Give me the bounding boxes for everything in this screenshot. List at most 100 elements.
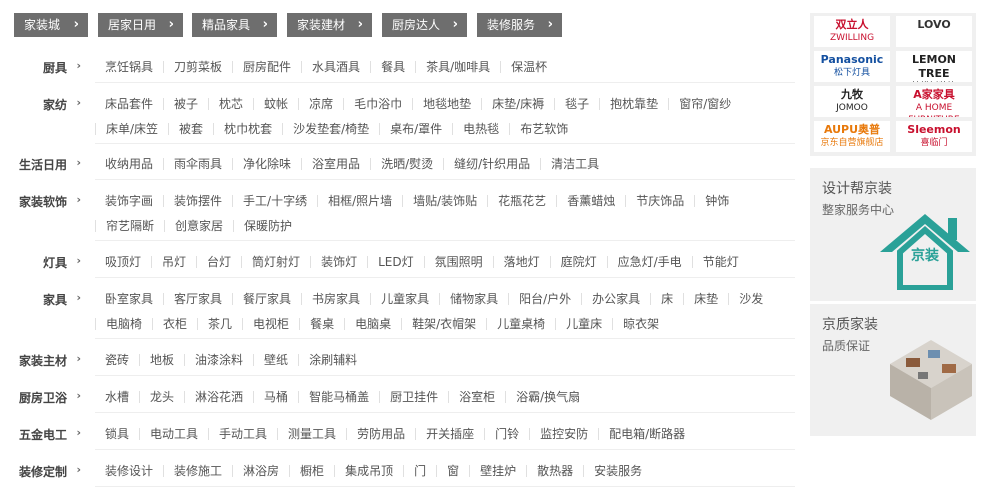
brand-logo[interactable]: LEMON TREE柠檬树装饰	[896, 51, 972, 82]
subcategory-link[interactable]: 茶具/咖啡具	[415, 61, 500, 73]
category-title[interactable]: 生活日用 ›	[0, 156, 81, 173]
subcategory-link[interactable]: 应急灯/手电	[606, 256, 692, 268]
subcategory-link[interactable]: 书房家具	[301, 293, 370, 305]
subcategory-link[interactable]: 卧室家具	[95, 293, 163, 305]
subcategory-link[interactable]: 氛围照明	[423, 256, 493, 268]
subcategory-link[interactable]: 筒灯射灯	[241, 256, 310, 268]
subcategory-link[interactable]: 床品套件	[95, 98, 163, 110]
subcategory-link[interactable]: 手动工具	[208, 428, 277, 440]
brand-logo[interactable]: Panasonic 松下灯具	[814, 51, 890, 82]
subcategory-link[interactable]: 浴室柜	[448, 391, 505, 403]
subcategory-link[interactable]: 窗帘/窗纱	[668, 98, 741, 110]
subcategory-link[interactable]: 床垫/床褥	[481, 98, 554, 110]
channel-tag[interactable]: 厨房达人 ›	[382, 13, 467, 37]
category-title[interactable]: 灯具 ›	[0, 254, 81, 271]
subcategory-link[interactable]: 创意家居	[164, 220, 233, 232]
brand-logo[interactable]: 双立人 ZWILLING	[814, 16, 890, 47]
subcategory-link[interactable]: 淋浴花洒	[184, 391, 253, 403]
subcategory-link[interactable]: 龙头	[139, 391, 184, 403]
subcategory-link[interactable]: 床	[650, 293, 683, 305]
subcategory-link[interactable]: 壁挂炉	[469, 465, 526, 477]
subcategory-link[interactable]: 橱柜	[289, 465, 334, 477]
subcategory-link[interactable]: 缝纫/针织用品	[443, 158, 540, 170]
subcategory-link[interactable]: 儿童床	[555, 318, 612, 330]
subcategory-link[interactable]: 集成吊顶	[334, 465, 403, 477]
subcategory-link[interactable]: 帘艺隔断	[95, 220, 164, 232]
subcategory-link[interactable]: 阳台/户外	[508, 293, 581, 305]
subcategory-link[interactable]: 相框/照片墙	[317, 195, 402, 207]
subcategory-link[interactable]: 安装服务	[583, 465, 652, 477]
brand-logo[interactable]: LOVO	[896, 16, 972, 47]
subcategory-link[interactable]: 配电箱/断路器	[598, 428, 695, 440]
subcategory-link[interactable]: 儿童家具	[370, 293, 439, 305]
brand-logo[interactable]: 九牧 JOMOO	[814, 86, 890, 117]
subcategory-link[interactable]: 油漆涂料	[184, 354, 253, 366]
subcategory-link[interactable]: 水槽	[95, 391, 139, 403]
subcategory-link[interactable]: 手工/十字绣	[232, 195, 317, 207]
subcategory-link[interactable]: 儿童桌椅	[486, 318, 555, 330]
subcategory-link[interactable]: 开关插座	[415, 428, 484, 440]
subcategory-link[interactable]: 床单/床笠	[95, 123, 168, 135]
subcategory-link[interactable]: 浴室用品	[301, 158, 370, 170]
subcategory-link[interactable]: 台灯	[196, 256, 241, 268]
channel-tag[interactable]: 家装建材 ›	[287, 13, 372, 37]
brand-logo[interactable]: A家家具 A HOME FURNITURE	[896, 86, 972, 117]
subcategory-link[interactable]: 电脑桌	[344, 318, 401, 330]
subcategory-link[interactable]: 收纳用品	[95, 158, 163, 170]
subcategory-link[interactable]: 洗晒/熨烫	[370, 158, 443, 170]
subcategory-link[interactable]: 保暖防护	[233, 220, 302, 232]
category-title[interactable]: 家具 ›	[0, 291, 81, 308]
subcategory-link[interactable]: 烹饪锅具	[95, 61, 163, 73]
subcategory-link[interactable]: 客厅家具	[163, 293, 232, 305]
subcategory-link[interactable]: 浴霸/换气扇	[505, 391, 590, 403]
subcategory-link[interactable]: 香薰蜡烛	[556, 195, 625, 207]
subcategory-link[interactable]: 被子	[163, 98, 208, 110]
subcategory-link[interactable]: 庭院灯	[549, 256, 607, 268]
subcategory-link[interactable]: 沙发垫套/椅垫	[282, 123, 379, 135]
subcategory-link[interactable]: 地毯地垫	[412, 98, 481, 110]
subcategory-link[interactable]: 马桶	[253, 391, 298, 403]
subcategory-link[interactable]: 枕巾枕套	[213, 123, 282, 135]
subcategory-link[interactable]: 衣柜	[152, 318, 197, 330]
quality-promo[interactable]: 京质家装 品质保证	[810, 304, 976, 436]
subcategory-link[interactable]: 节能灯	[691, 256, 749, 268]
subcategory-link[interactable]: 地板	[139, 354, 184, 366]
subcategory-link[interactable]: 吊灯	[151, 256, 196, 268]
subcategory-link[interactable]: 厨房配件	[232, 61, 301, 73]
subcategory-link[interactable]: 墙贴/装饰贴	[402, 195, 487, 207]
subcategory-link[interactable]: 储物家具	[439, 293, 508, 305]
subcategory-link[interactable]: 鞋架/衣帽架	[401, 318, 486, 330]
subcategory-link[interactable]: 涂刷辅料	[298, 354, 367, 366]
subcategory-link[interactable]: 茶几	[197, 318, 242, 330]
subcategory-link[interactable]: 毛巾浴巾	[343, 98, 412, 110]
subcategory-link[interactable]: 刀剪菜板	[163, 61, 232, 73]
subcategory-link[interactable]: 装饰灯	[310, 256, 367, 268]
category-title[interactable]: 家装软饰 ›	[0, 193, 81, 210]
subcategory-link[interactable]: 厨卫挂件	[379, 391, 448, 403]
subcategory-link[interactable]: 毯子	[554, 98, 599, 110]
subcategory-link[interactable]: 装修施工	[163, 465, 232, 477]
subcategory-link[interactable]: 凉席	[298, 98, 343, 110]
subcategory-link[interactable]: 电脑椅	[95, 318, 152, 330]
subcategory-link[interactable]: 床垫	[683, 293, 728, 305]
category-title[interactable]: 家纺 ›	[0, 96, 81, 113]
subcategory-link[interactable]: 电视柜	[242, 318, 299, 330]
subcategory-link[interactable]: 电热毯	[452, 123, 509, 135]
subcategory-link[interactable]: 门铃	[484, 428, 529, 440]
subcategory-link[interactable]: 淋浴房	[232, 465, 289, 477]
subcategory-link[interactable]: 晾衣架	[612, 318, 669, 330]
subcategory-link[interactable]: 智能马桶盖	[298, 391, 379, 403]
subcategory-link[interactable]: 装修设计	[95, 465, 163, 477]
brand-logo[interactable]: AUPU奥普 京东自营旗舰店	[814, 121, 890, 152]
subcategory-link[interactable]: 花瓶花艺	[487, 195, 556, 207]
subcategory-link[interactable]: 锁具	[95, 428, 139, 440]
channel-tag[interactable]: 精品家具 ›	[192, 13, 277, 37]
subcategory-link[interactable]: 被套	[168, 123, 213, 135]
category-title[interactable]: 厨房卫浴 ›	[0, 389, 81, 406]
design-service-promo[interactable]: 设计帮京装 整家服务中心 京装	[810, 168, 976, 301]
subcategory-link[interactable]: 沙发	[728, 293, 773, 305]
subcategory-link[interactable]: 落地灯	[492, 256, 550, 268]
subcategory-link[interactable]: 装饰摆件	[163, 195, 232, 207]
subcategory-link[interactable]: 装饰字画	[95, 195, 163, 207]
subcategory-link[interactable]: 劳防用品	[346, 428, 415, 440]
